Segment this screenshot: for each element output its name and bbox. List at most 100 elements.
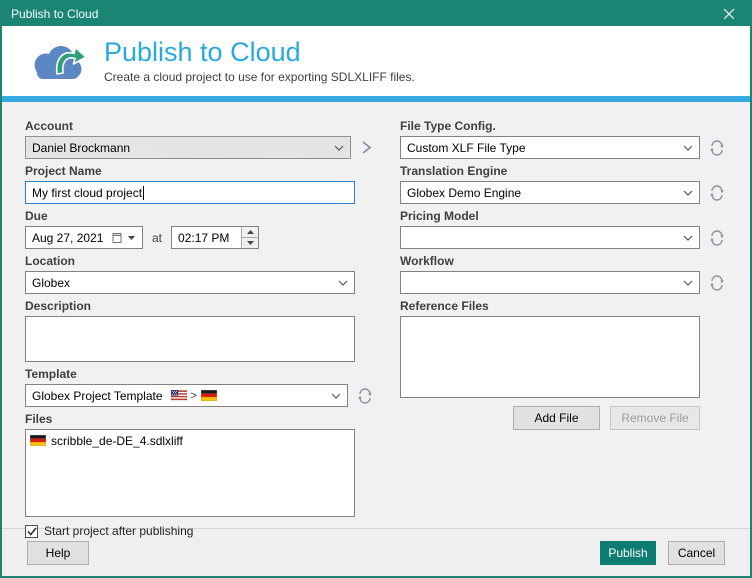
file-name: scribble_de-DE_4.sdlxliff [51,434,183,448]
translation-engine-field: Translation Engine Globex Demo Engine [400,164,734,204]
text-caret [143,186,144,200]
add-file-button[interactable]: Add File [513,406,600,430]
pricing-model-field: Pricing Model [400,209,734,249]
account-label: Account [25,119,373,133]
refresh-icon [709,275,725,291]
form-body: Account Daniel Brockmann [2,102,750,528]
description-field: Description [25,299,373,362]
start-project-checkbox-label: Start project after publishing [44,524,193,538]
reference-files-field: Reference Files Add File Remove File [400,299,734,430]
refresh-icon [709,185,725,201]
location-combobox[interactable]: Globex [25,271,355,294]
translation-engine-combobox[interactable]: Globex Demo Engine [400,181,700,204]
due-label: Due [25,209,373,223]
chevron-right-icon [360,140,373,155]
file-type-config-value: Custom XLF File Type [407,141,526,155]
file-type-config-refresh-button[interactable] [709,140,725,156]
pricing-model-combobox[interactable] [400,226,700,249]
close-button[interactable] [708,2,750,26]
chevron-down-icon [325,393,341,399]
pricing-model-label: Pricing Model [400,209,734,223]
page-subtitle: Create a cloud project to use for export… [104,70,415,84]
language-pair-separator: > [191,390,197,402]
due-date-picker[interactable]: Aug 27, 2021 [25,226,143,249]
location-value: Globex [32,276,70,290]
chevron-down-icon [677,145,693,151]
publish-button[interactable]: Publish [600,541,656,565]
publish-to-cloud-dialog: Publish to Cloud Publish to Cloud Create… [0,0,752,578]
reference-files-buttons: Add File Remove File [400,406,700,430]
refresh-icon [709,140,725,156]
location-label: Location [25,254,373,268]
spinner-down-button[interactable] [242,237,258,248]
account-value: Daniel Brockmann [32,141,130,155]
file-type-config-field: File Type Config. Custom XLF File Type [400,119,734,159]
due-time-input[interactable]: 02:17 PM [171,226,259,249]
close-icon [723,8,735,20]
account-combobox[interactable]: Daniel Brockmann [25,136,351,159]
us-flag-icon [171,390,187,401]
dropdown-arrow-icon[interactable] [127,235,136,241]
triangle-down-icon [247,241,254,245]
chevron-down-icon [677,235,693,241]
german-flag-icon [30,435,46,446]
file-list-item[interactable]: scribble_de-DE_4.sdlxliff [30,432,350,449]
translation-engine-refresh-button[interactable] [709,185,725,201]
files-listbox[interactable]: scribble_de-DE_4.sdlxliff [25,429,355,517]
chevron-down-icon [328,145,344,151]
reference-files-label: Reference Files [400,299,734,313]
calendar-icon [112,232,123,244]
due-field: Due Aug 27, 2021 [25,209,373,249]
account-field: Account Daniel Brockmann [25,119,373,159]
reference-files-listbox[interactable] [400,316,700,398]
workflow-combobox[interactable] [400,271,700,294]
chevron-down-icon [677,280,693,286]
refresh-icon [709,230,725,246]
workflow-refresh-button[interactable] [709,275,725,291]
template-combobox[interactable]: Globex Project Template [25,384,348,407]
publish-cloud-icon [30,38,88,84]
help-button[interactable]: Help [27,541,89,565]
german-flag-icon [201,390,217,401]
project-name-value: My first cloud project [32,186,142,200]
page-title: Publish to Cloud [104,38,415,66]
time-spinner [241,227,258,248]
translation-engine-value: Globex Demo Engine [407,186,521,200]
translation-engine-label: Translation Engine [400,164,734,178]
window-titlebar[interactable]: Publish to Cloud [2,2,750,26]
project-name-field: Project Name My first cloud project [25,164,373,204]
workflow-field: Workflow [400,254,734,294]
dialog-header: Publish to Cloud Create a cloud project … [2,26,750,96]
project-name-label: Project Name [25,164,373,178]
description-label: Description [25,299,373,313]
description-textarea[interactable] [25,316,355,362]
project-name-input[interactable]: My first cloud project [25,181,355,204]
header-text: Publish to Cloud Create a cloud project … [104,38,415,83]
start-project-checkbox-row[interactable]: Start project after publishing [25,524,373,538]
template-field: Template Globex Project Template [25,367,373,407]
files-field: Files scribble_de-DE_4.sdlxliff [25,412,373,517]
account-expand-button[interactable] [360,140,373,155]
template-value: Globex Project Template [32,389,163,403]
due-at-label: at [152,231,162,245]
template-label: Template [25,367,373,381]
due-time-value: 02:17 PM [178,231,229,245]
due-date-value: Aug 27, 2021 [32,231,103,245]
triangle-up-icon [247,230,254,234]
file-type-config-label: File Type Config. [400,119,734,133]
template-language-pair: > [171,390,217,402]
pricing-model-refresh-button[interactable] [709,230,725,246]
right-column: File Type Config. Custom XLF File Type [400,119,734,435]
window-title: Publish to Cloud [11,7,98,21]
workflow-label: Workflow [400,254,734,268]
checkbox-checked-icon[interactable] [25,525,38,538]
files-label: Files [25,412,373,426]
spinner-up-button[interactable] [242,227,258,237]
file-type-config-combobox[interactable]: Custom XLF File Type [400,136,700,159]
chevron-down-icon [677,190,693,196]
remove-file-button[interactable]: Remove File [610,406,700,430]
cancel-button[interactable]: Cancel [668,541,725,565]
location-field: Location Globex [25,254,373,294]
template-refresh-button[interactable] [357,388,373,404]
left-column: Account Daniel Brockmann [25,119,373,538]
